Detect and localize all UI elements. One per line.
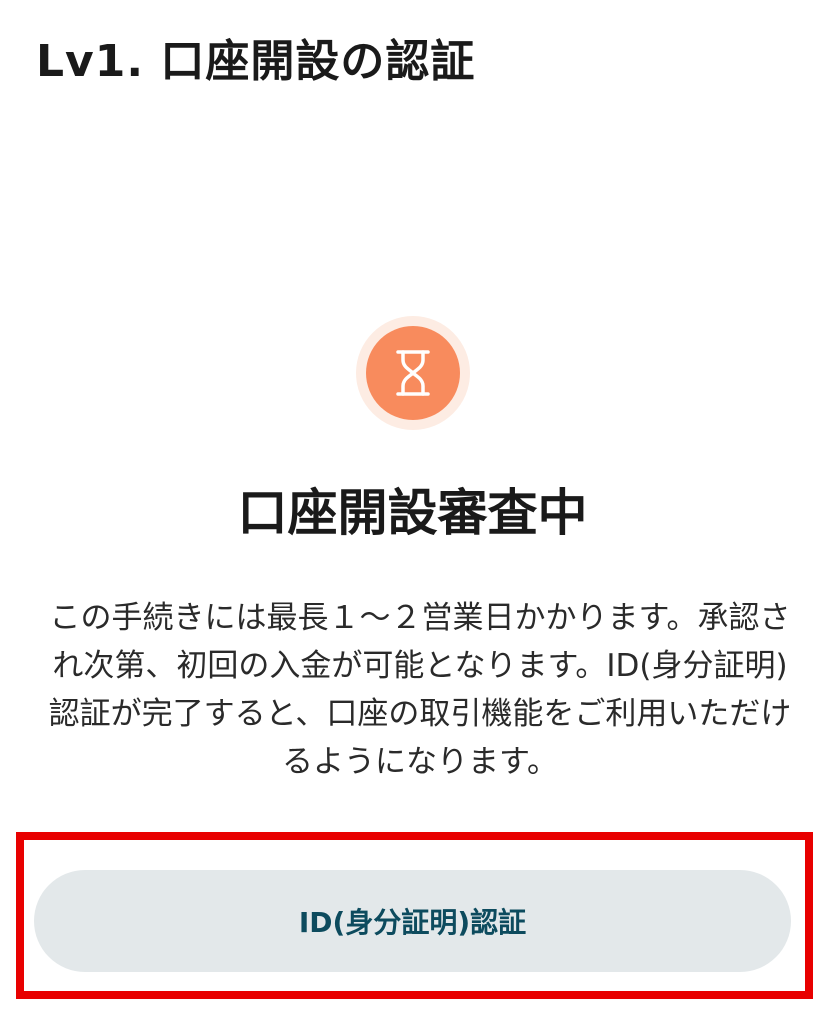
hourglass-icon	[396, 350, 430, 396]
status-icon-ring	[356, 316, 470, 430]
page-title: Lv1. 口座開設の認証	[36, 36, 476, 87]
id-verify-button[interactable]: ID(身分証明)認証	[34, 870, 791, 972]
status-description: この手続きには最長１〜２営業日かかります。承認され次第、初回の入金が可能となりま…	[48, 600, 792, 780]
status-icon-core	[366, 326, 460, 420]
id-verify-button-label: ID(身分証明)認証	[298, 906, 527, 939]
status-heading: 口座開設審査中	[237, 484, 588, 542]
